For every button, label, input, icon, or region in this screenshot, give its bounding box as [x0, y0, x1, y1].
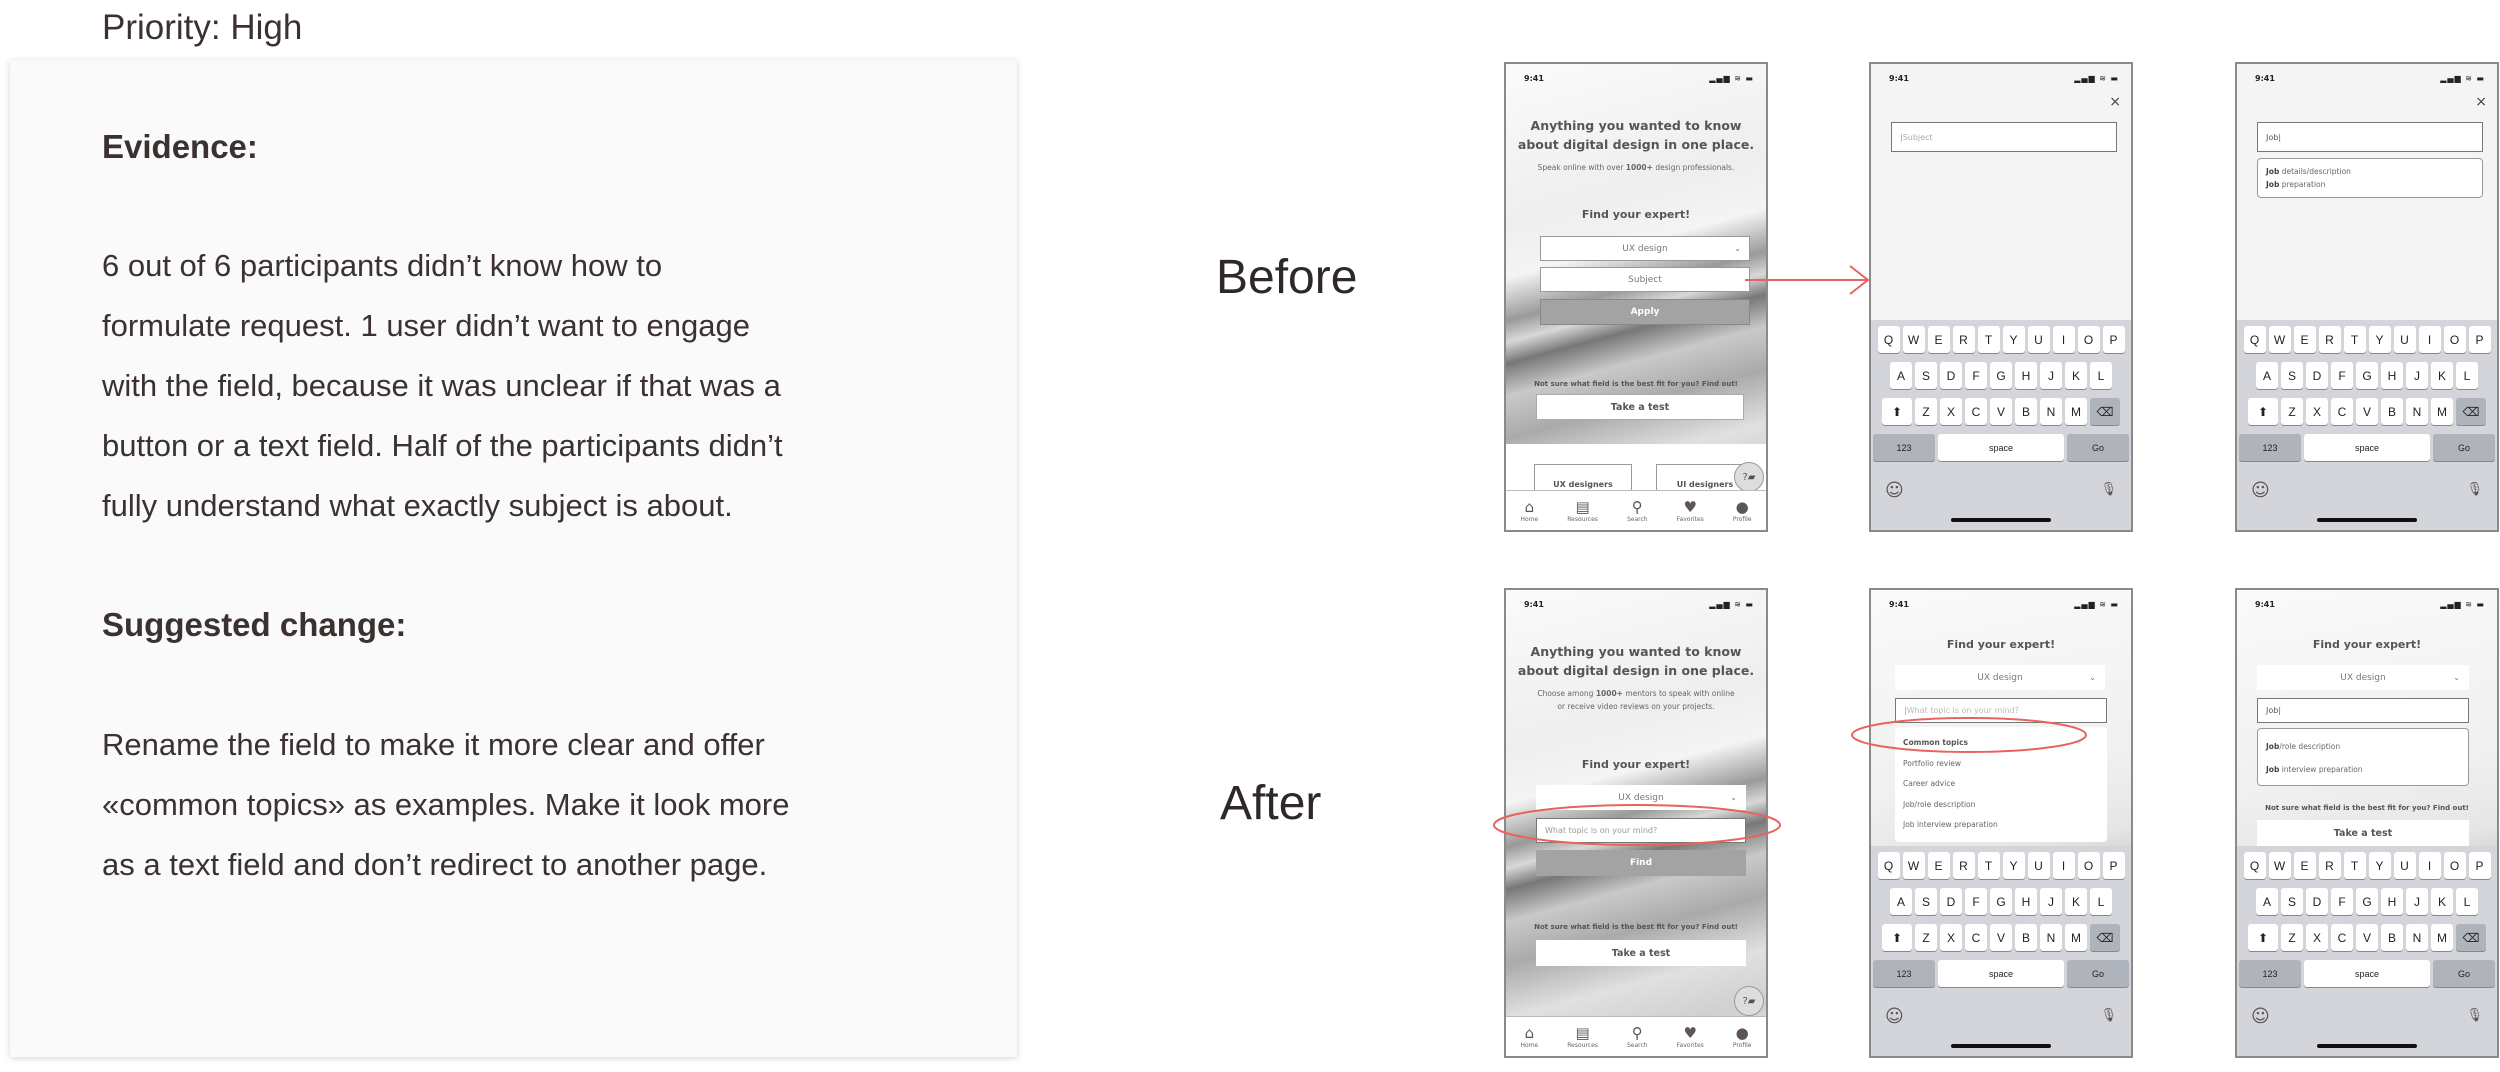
highlight-ellipse-input	[1493, 804, 1781, 846]
annotation-overlay	[1493, 265, 2087, 846]
highlight-ellipse-common-topics	[1851, 717, 2087, 753]
